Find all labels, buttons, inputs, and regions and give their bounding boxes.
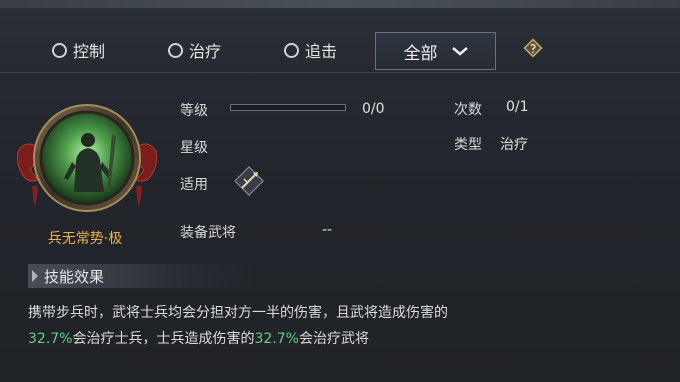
level-progress-bar	[230, 104, 346, 111]
level-value: 0/0	[362, 101, 385, 117]
apply-label: 适用	[180, 177, 208, 193]
effect-description: 携带步兵时，武将士兵均会分担对方一半的伤害，且武将造成伤害的 32.7%会治疗士…	[28, 300, 668, 352]
radio-circle-icon	[284, 42, 299, 58]
filter-label-control: 控制	[73, 42, 106, 61]
effect-text-end: 会治疗武将	[298, 331, 369, 347]
star-label: 星级	[180, 140, 208, 156]
skill-portrait-emblem	[17, 104, 157, 212]
effect-section-title: 技能效果	[44, 268, 105, 286]
level-label: 等级	[180, 103, 208, 119]
effect-percent-2: 32.7%	[254, 331, 299, 347]
info-diamond-icon[interactable]	[522, 37, 544, 59]
effect-percent-1: 32.7%	[28, 331, 73, 347]
category-dropdown[interactable]: 全部	[375, 32, 496, 70]
effect-text-mid: 会治疗士兵，士兵造成伤害的	[72, 331, 255, 347]
filter-radio-control[interactable]: 控制	[52, 38, 105, 62]
chevron-down-icon	[451, 47, 468, 56]
type-label: 类型	[454, 137, 482, 153]
dropdown-value: 全部	[403, 43, 438, 64]
filter-radio-heal[interactable]: 治疗	[168, 38, 221, 62]
radio-circle-icon	[52, 42, 67, 58]
filter-label-heal: 治疗	[189, 42, 222, 61]
count-label: 次数	[454, 102, 482, 118]
equip-general-label: 装备武将	[180, 225, 236, 241]
count-value: 0/1	[506, 99, 529, 115]
section-arrow-icon	[32, 270, 38, 282]
top-edge	[0, 0, 680, 8]
effect-section-header: 技能效果	[28, 264, 258, 288]
filter-label-pursue: 追击	[305, 42, 338, 61]
skill-name: 兵无常势·极	[47, 231, 123, 247]
filter-bar: 控制 治疗 追击 全部	[0, 8, 680, 73]
effect-text-line1: 携带步兵时，武将士兵均会分担对方一半的伤害，且武将造成伤害的	[28, 305, 448, 321]
equip-general-value: --	[322, 222, 333, 238]
type-value: 治疗	[500, 137, 528, 153]
filter-radio-pursue[interactable]: 追击	[284, 38, 337, 62]
radio-circle-icon	[168, 42, 183, 58]
infantry-unit-icon[interactable]	[232, 164, 266, 198]
